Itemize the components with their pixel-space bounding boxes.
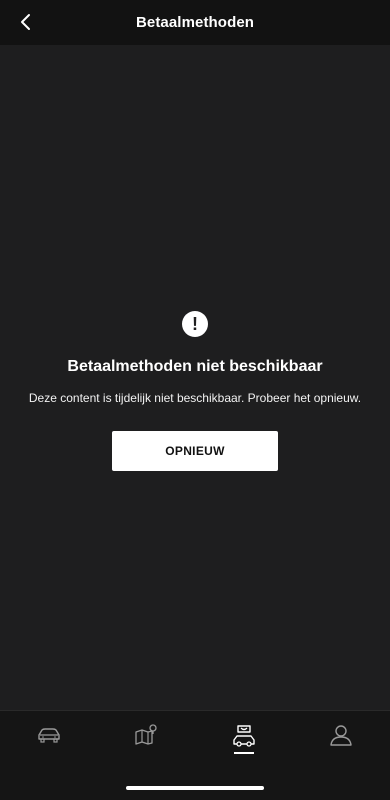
chevron-left-icon	[21, 14, 30, 30]
shopping-bag-car-icon	[233, 725, 255, 747]
active-tab-indicator	[234, 752, 254, 754]
error-state: ! Betaalmethoden niet beschikbaar Deze c…	[0, 311, 390, 471]
alert-circle-icon: !	[182, 311, 208, 337]
car-icon	[38, 728, 60, 743]
tab-vehicle[interactable]	[19, 723, 79, 763]
map-pin-icon	[135, 724, 157, 745]
profile-icon	[330, 725, 352, 746]
content-area: ! Betaalmethoden niet beschikbaar Deze c…	[0, 45, 390, 710]
tab-shop[interactable]	[214, 723, 274, 763]
page-title: Betaalmethoden	[135, 14, 255, 31]
home-indicator	[126, 786, 264, 790]
tab-map[interactable]	[116, 723, 176, 763]
back-button[interactable]	[10, 6, 42, 38]
tab-profile[interactable]	[311, 723, 371, 763]
retry-button[interactable]: OPNIEUW	[112, 431, 278, 471]
top-bar: Betaalmethoden	[0, 0, 390, 45]
error-message: Deze content is tijdelijk niet beschikba…	[28, 391, 362, 405]
error-title: Betaalmethoden niet beschikbaar	[67, 358, 323, 375]
